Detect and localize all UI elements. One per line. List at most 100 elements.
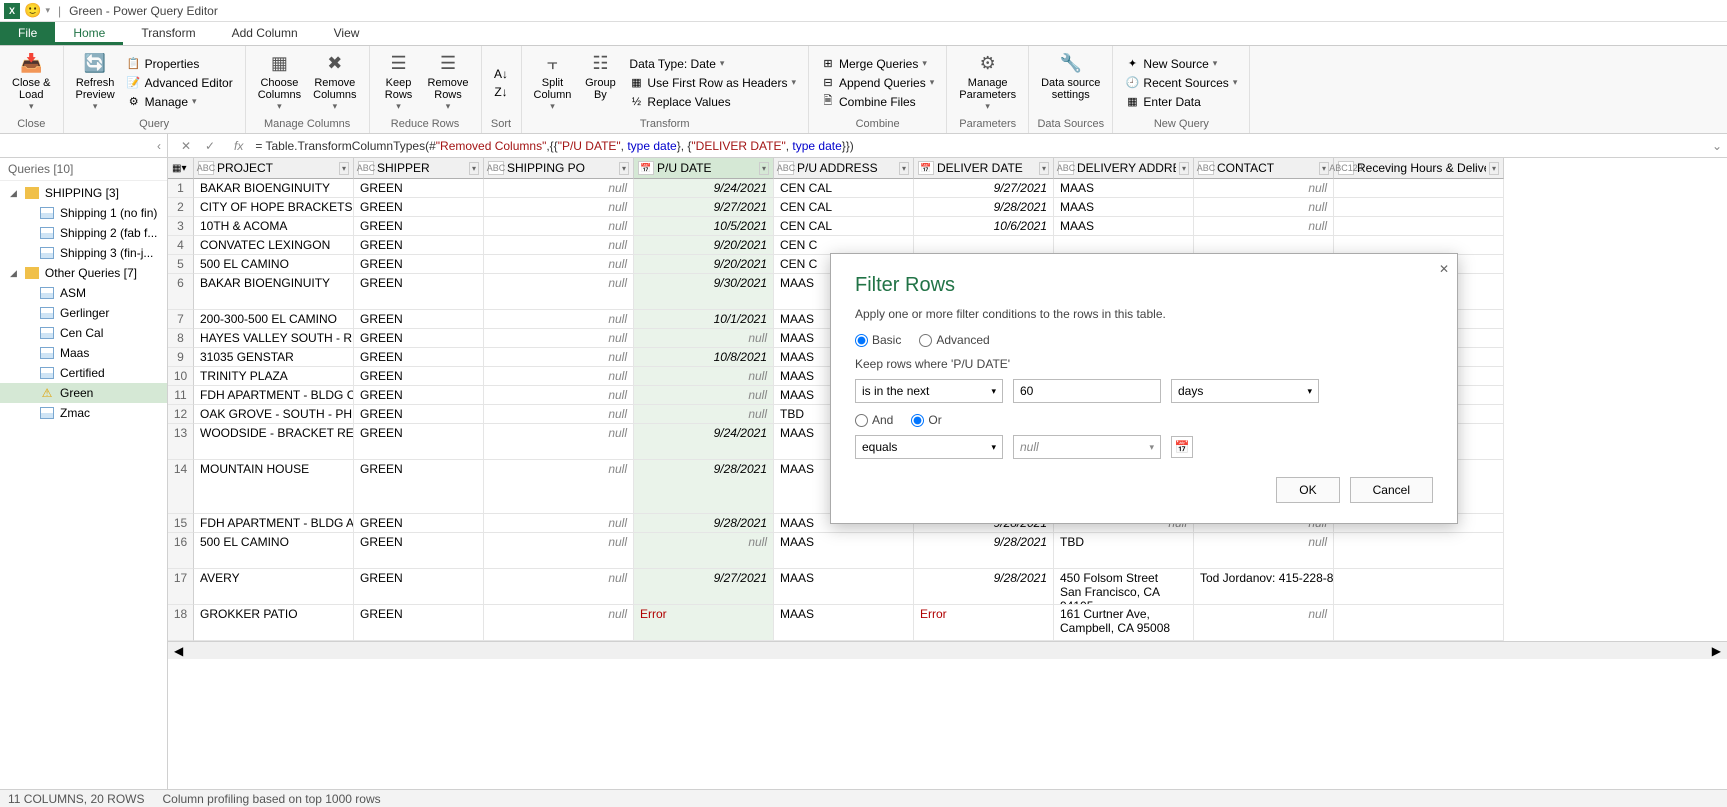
cell[interactable]: null: [1194, 533, 1334, 569]
cell[interactable]: CITY OF HOPE BRACKETS: [194, 198, 354, 217]
filter-unit-1[interactable]: days▾: [1171, 379, 1319, 403]
cell[interactable]: [1334, 533, 1504, 569]
combine-files-button[interactable]: 🗎Combine Files: [817, 93, 938, 111]
tree-query-item[interactable]: Shipping 3 (fin-j...: [0, 243, 167, 263]
row-number[interactable]: 17: [168, 569, 194, 605]
cell[interactable]: 200-300-500 EL CAMINO: [194, 310, 354, 329]
cell[interactable]: GREEN: [354, 569, 484, 605]
group-by-button[interactable]: ☷Group By: [579, 49, 621, 116]
or-radio[interactable]: Or: [911, 413, 941, 427]
cell[interactable]: GREEN: [354, 236, 484, 255]
cell[interactable]: null: [484, 198, 634, 217]
filter-value-1[interactable]: [1013, 379, 1161, 403]
tab-add-column[interactable]: Add Column: [214, 22, 316, 45]
tab-transform[interactable]: Transform: [123, 22, 213, 45]
date-picker-button[interactable]: 📅: [1171, 436, 1193, 458]
cell[interactable]: GREEN: [354, 386, 484, 405]
row-number[interactable]: 4: [168, 236, 194, 255]
cell[interactable]: 500 EL CAMINO: [194, 533, 354, 569]
column-header[interactable]: 📅P/U DATE▾: [634, 158, 774, 179]
cell[interactable]: 9/28/2021: [914, 533, 1054, 569]
row-number[interactable]: 3: [168, 217, 194, 236]
tab-home[interactable]: Home: [55, 22, 123, 45]
row-number[interactable]: 11: [168, 386, 194, 405]
cell[interactable]: 31035 GENSTAR: [194, 348, 354, 367]
cell[interactable]: 10/6/2021: [914, 217, 1054, 236]
tree-query-item[interactable]: Gerlinger: [0, 303, 167, 323]
tree-query-item[interactable]: Shipping 1 (no fin): [0, 203, 167, 223]
row-number[interactable]: 2: [168, 198, 194, 217]
cell[interactable]: null: [484, 605, 634, 641]
type-icon[interactable]: ABC: [778, 161, 794, 175]
type-icon[interactable]: ABC123: [1338, 161, 1354, 175]
tree-query-item[interactable]: Shipping 2 (fab f...: [0, 223, 167, 243]
cell[interactable]: null: [484, 179, 634, 198]
basic-radio[interactable]: Basic: [855, 333, 901, 347]
choose-columns-button[interactable]: ▦Choose Columns: [254, 49, 305, 116]
cell[interactable]: MOUNTAIN HOUSE: [194, 460, 354, 514]
cell[interactable]: null: [484, 569, 634, 605]
formula-input[interactable]: = Table.TransformColumnTypes(#"Removed C…: [249, 139, 1707, 153]
cell[interactable]: 9/30/2021: [634, 274, 774, 310]
column-filter-button[interactable]: ▾: [619, 162, 629, 175]
sort-desc-button[interactable]: Z↓: [493, 84, 508, 100]
row-number[interactable]: 9: [168, 348, 194, 367]
tree-query-item[interactable]: Certified: [0, 363, 167, 383]
type-icon[interactable]: 📅: [638, 161, 654, 175]
cell[interactable]: 9/28/2021: [634, 460, 774, 514]
type-icon[interactable]: ABC: [1198, 161, 1214, 175]
advanced-radio-input[interactable]: [919, 334, 932, 347]
cell[interactable]: Error: [914, 605, 1054, 641]
cell[interactable]: GREEN: [354, 367, 484, 386]
cell[interactable]: null: [634, 405, 774, 424]
tree-query-item[interactable]: Maas: [0, 343, 167, 363]
cell[interactable]: null: [484, 329, 634, 348]
cell[interactable]: null: [1194, 605, 1334, 641]
cell[interactable]: TBD: [1054, 533, 1194, 569]
row-number[interactable]: 8: [168, 329, 194, 348]
append-queries-button[interactable]: ⊟Append Queries: [817, 74, 938, 92]
tree-folder[interactable]: ◢SHIPPING [3]: [0, 183, 167, 203]
cell[interactable]: BAKAR BIOENGINUITY: [194, 179, 354, 198]
column-filter-button[interactable]: ▾: [1039, 162, 1049, 175]
merge-queries-button[interactable]: ⊞Merge Queries: [817, 55, 938, 73]
scroll-right-icon[interactable]: ▶: [1712, 644, 1721, 658]
tab-view[interactable]: View: [316, 22, 378, 45]
cell[interactable]: null: [484, 424, 634, 460]
cell[interactable]: CEN CAL: [774, 217, 914, 236]
cell[interactable]: null: [634, 533, 774, 569]
tree-query-item[interactable]: Cen Cal: [0, 323, 167, 343]
cell[interactable]: null: [484, 460, 634, 514]
column-filter-button[interactable]: ▾: [1179, 162, 1189, 175]
row-number[interactable]: 12: [168, 405, 194, 424]
horizontal-scrollbar[interactable]: ◀ ▶: [168, 641, 1727, 659]
cell[interactable]: OAK GROVE - SOUTH - PH 2: [194, 405, 354, 424]
cell[interactable]: null: [484, 217, 634, 236]
cell[interactable]: GREEN: [354, 424, 484, 460]
cell[interactable]: CEN CAL: [774, 179, 914, 198]
cell[interactable]: GREEN: [354, 405, 484, 424]
cell[interactable]: null: [484, 367, 634, 386]
cell[interactable]: WOODSIDE - BRACKET REMAKE 2: [194, 424, 354, 460]
cell[interactable]: 9/27/2021: [914, 179, 1054, 198]
column-filter-button[interactable]: ▾: [899, 162, 909, 175]
properties-button[interactable]: 📋Properties: [123, 55, 237, 73]
cell[interactable]: GREEN: [354, 329, 484, 348]
cell[interactable]: CONVATEC LEXINGON: [194, 236, 354, 255]
cell[interactable]: [1334, 217, 1504, 236]
cell[interactable]: [1334, 569, 1504, 605]
cell[interactable]: MAAS: [1054, 217, 1194, 236]
cell[interactable]: null: [1194, 179, 1334, 198]
cell[interactable]: null: [484, 533, 634, 569]
cell[interactable]: null: [484, 514, 634, 533]
row-number[interactable]: 6: [168, 274, 194, 310]
cancel-button[interactable]: Cancel: [1350, 477, 1433, 503]
column-header[interactable]: ABCSHIPPING PO▾: [484, 158, 634, 179]
row-number[interactable]: 10: [168, 367, 194, 386]
column-filter-button[interactable]: ▾: [759, 162, 769, 175]
cell[interactable]: null: [1194, 198, 1334, 217]
scroll-left-icon[interactable]: ◀: [174, 644, 183, 658]
cell[interactable]: [1334, 605, 1504, 641]
row-number[interactable]: 16: [168, 533, 194, 569]
cell[interactable]: GREEN: [354, 179, 484, 198]
